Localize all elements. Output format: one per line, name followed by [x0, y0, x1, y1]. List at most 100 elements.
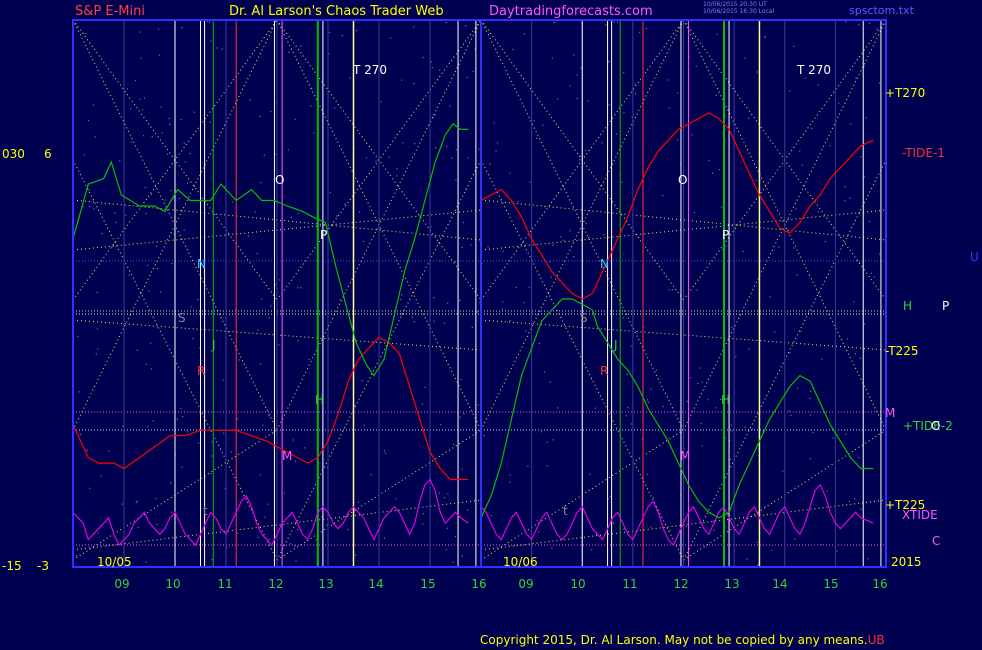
star-dot	[836, 550, 838, 552]
star-dot	[84, 32, 86, 34]
star-dot	[211, 559, 213, 561]
star-dot	[451, 157, 453, 159]
star-dot	[466, 76, 468, 79]
label-p: P	[942, 299, 950, 313]
star-dot	[573, 54, 575, 56]
star-dot	[832, 437, 834, 439]
star-dot	[716, 33, 718, 35]
star-dot	[470, 244, 472, 246]
panel1-m-label: M	[282, 449, 293, 463]
star-dot	[216, 47, 218, 49]
star-dot	[130, 108, 132, 110]
star-dot	[546, 441, 548, 443]
star-dot	[829, 145, 831, 147]
star-dot	[197, 298, 199, 301]
star-dot	[121, 503, 123, 505]
star-dot	[748, 348, 750, 350]
star-dot	[626, 373, 628, 376]
star-dot	[321, 516, 323, 518]
star-dot	[422, 513, 424, 515]
star-dot	[349, 77, 351, 79]
star-dot	[463, 413, 465, 415]
star-dot	[150, 193, 153, 196]
star-dot	[157, 28, 160, 30]
star-dot	[339, 299, 341, 301]
star-dot	[142, 109, 144, 111]
star-dot	[812, 432, 814, 434]
star-dot	[94, 136, 96, 138]
star-dot	[411, 316, 414, 318]
star-dot	[809, 414, 811, 416]
star-dot	[380, 101, 382, 103]
star-dot	[170, 482, 172, 484]
star-dot	[569, 230, 571, 232]
star-dot	[150, 342, 152, 344]
star-dot	[538, 342, 540, 345]
star-dot	[268, 317, 270, 319]
axis-left-bottom-1: -15	[2, 559, 22, 573]
star-dot	[263, 154, 265, 156]
star-dot	[770, 549, 773, 551]
star-dot	[289, 543, 291, 545]
star-dot	[502, 301, 504, 303]
star-dot	[585, 222, 587, 224]
star-dot	[300, 45, 302, 47]
star-dot	[542, 124, 544, 126]
star-dot	[181, 27, 183, 29]
star-dot	[119, 160, 121, 162]
star-dot	[627, 406, 629, 408]
star-dot	[136, 500, 139, 502]
star-dot	[446, 527, 448, 529]
star-dot	[77, 335, 79, 338]
star-dot	[171, 263, 173, 265]
star-dot	[192, 338, 194, 340]
panel2-j-label: J	[614, 338, 618, 352]
star-dot	[552, 244, 554, 246]
star-dot	[553, 21, 555, 24]
panel2-t270-label: T 270	[797, 63, 832, 77]
star-dot	[446, 145, 448, 147]
star-dot	[527, 465, 529, 467]
star-dot	[615, 133, 617, 135]
star-dot	[145, 561, 147, 563]
star-dot	[671, 289, 673, 291]
star-dot	[543, 371, 545, 373]
star-dot	[148, 290, 150, 292]
star-dot	[145, 363, 147, 365]
star-dot	[461, 468, 463, 470]
star-dot	[210, 40, 212, 42]
star-dot	[182, 416, 184, 418]
star-dot	[668, 107, 670, 109]
star-dot	[608, 104, 610, 106]
star-dot	[329, 31, 331, 33]
star-dot	[297, 340, 299, 342]
star-dot	[384, 452, 386, 454]
star-dot	[809, 397, 811, 400]
star-dot	[858, 24, 860, 26]
star-dot	[477, 404, 479, 406]
star-dot	[453, 443, 455, 446]
star-dot	[512, 48, 514, 50]
star-dot	[560, 236, 562, 238]
star-dot	[447, 302, 449, 304]
star-dot	[435, 147, 437, 149]
star-dot	[399, 298, 402, 301]
star-dot	[144, 187, 146, 189]
star-dot	[128, 274, 130, 276]
star-dot	[677, 92, 679, 94]
date-label-panel2: 10/06	[503, 555, 538, 569]
star-dot	[447, 493, 449, 495]
panel1-j-label: J	[212, 338, 216, 352]
star-dot	[430, 61, 433, 63]
star-dot	[550, 276, 552, 278]
x-tick-p1-11: 11	[217, 577, 233, 591]
star-dot	[189, 152, 191, 155]
star-dot	[181, 466, 183, 468]
star-dot	[495, 150, 497, 152]
star-dot	[88, 206, 91, 208]
star-dot	[238, 359, 240, 361]
star-dot	[711, 172, 714, 174]
star-dot	[270, 305, 272, 307]
star-dot	[155, 498, 157, 500]
star-dot	[96, 291, 98, 293]
